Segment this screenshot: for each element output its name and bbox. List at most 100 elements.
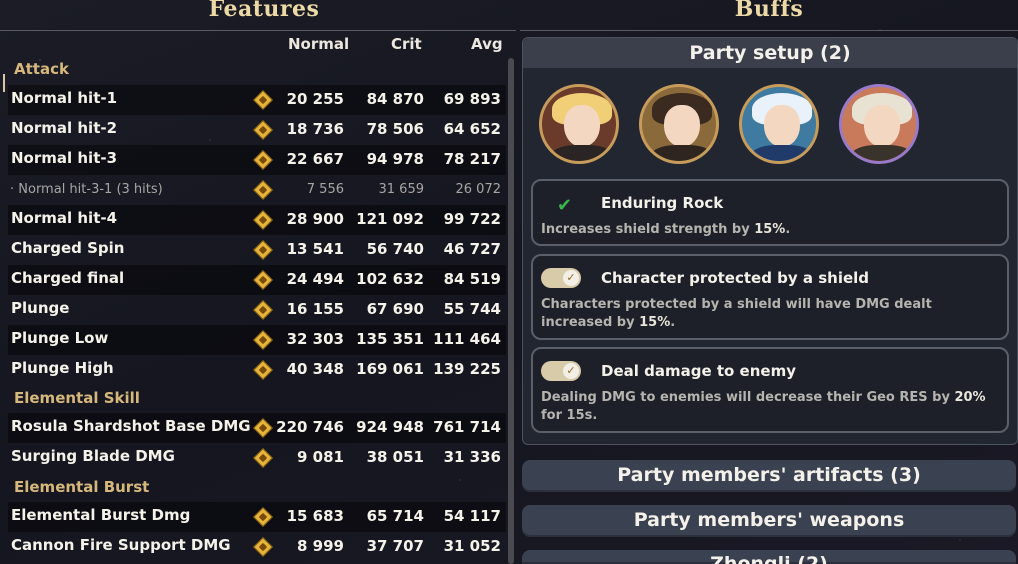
geo-element-icon	[253, 300, 273, 320]
geo-element-icon	[253, 360, 273, 380]
normal-value: 40 348	[286, 360, 344, 378]
avg-value: 31 052	[443, 537, 501, 555]
party-setup-panel: Party setup (2) ✔ Enduring Rock Increase…	[522, 37, 1018, 445]
col-crit-header: Crit	[391, 35, 422, 53]
buff-desc-value: 20%	[954, 390, 986, 405]
table-row[interactable]: Cannon Fire Support DMG 8 999 37 707 31 …	[8, 532, 506, 562]
table-row[interactable]: Normal hit-2 18 736 78 506 64 652	[8, 115, 506, 145]
geo-element-icon	[253, 330, 273, 350]
table-row[interactable]: Rosula Shardshot Base DMG 220 746 924 94…	[8, 413, 506, 443]
crit-value: 78 506	[366, 120, 424, 138]
geo-element-icon	[253, 120, 273, 140]
normal-value: 220 746	[276, 418, 344, 436]
table-row[interactable]: Charged Spin 13 541 56 740 46 727	[8, 235, 506, 265]
geo-element-icon	[253, 537, 273, 557]
geo-element-icon	[253, 418, 273, 438]
geo-element-icon	[253, 448, 273, 468]
avg-value: 69 893	[443, 90, 501, 108]
row-name: Plunge	[11, 299, 70, 317]
normal-value: 16 155	[286, 300, 344, 318]
buff-card-deal-damage[interactable]: ✓ Deal damage to enemy Dealing DMG to en…	[531, 347, 1009, 433]
buffs-title: Buffs	[734, 0, 804, 22]
buff-desc-text: for 15s.	[541, 408, 598, 423]
geo-element-icon	[253, 90, 273, 110]
avg-value: 111 464	[433, 330, 501, 348]
row-name: Normal hit-4	[11, 209, 118, 227]
damage-buff-toggle[interactable]: ✓	[541, 361, 581, 381]
buff-card-enduring-rock[interactable]: ✔ Enduring Rock Increases shield strengt…	[531, 179, 1009, 246]
avg-value: 26 072	[455, 182, 502, 197]
avg-value: 64 652	[443, 120, 501, 138]
buff-title: Deal damage to enemy	[601, 362, 796, 380]
buff-title: Character protected by a shield	[601, 269, 870, 287]
furina-avatar[interactable]	[739, 84, 819, 164]
avg-value: 139 225	[433, 360, 501, 378]
row-name: Charged final	[11, 269, 125, 287]
table-row[interactable]: Normal hit-4 28 900 121 092 99 722	[8, 205, 506, 235]
row-name: Cannon Fire Support DMG	[11, 536, 231, 554]
zhongli-avatar[interactable]	[639, 84, 719, 164]
buff-card-shield-protected[interactable]: ✓ Character protected by a shield Charac…	[531, 254, 1009, 340]
navia-avatar[interactable]	[539, 84, 619, 164]
table-row[interactable]: Charged final 24 494 102 632 84 519	[8, 265, 506, 295]
table-row[interactable]: Plunge Low 32 303 135 351 111 464	[8, 325, 506, 355]
crit-value: 94 978	[366, 150, 424, 168]
buffs-divider	[520, 30, 1018, 31]
geo-element-icon	[253, 180, 273, 200]
category-elemental-skill: Elemental Skill	[14, 389, 140, 407]
crit-value: 102 632	[356, 270, 424, 288]
avatar-outfit	[750, 145, 814, 161]
geo-element-icon	[253, 270, 273, 290]
table-row[interactable]: Plunge High 40 348 169 061 139 225	[8, 355, 506, 385]
features-scrollbar[interactable]	[508, 58, 514, 564]
avg-value: 761 714	[433, 418, 501, 436]
row-name: · Normal hit-3-1 (3 hits)	[10, 182, 163, 197]
col-avg-header: Avg	[471, 35, 503, 53]
toggle-check-icon: ✓	[563, 270, 579, 286]
table-row[interactable]: Normal hit-3 22 667 94 978 78 217	[8, 145, 506, 175]
zhongli-section[interactable]: Zhongli (2)	[522, 550, 1016, 564]
table-row[interactable]: Surging Blade DMG 9 081 38 051 31 336	[8, 443, 506, 473]
normal-value: 32 303	[286, 330, 344, 348]
crit-value: 38 051	[366, 448, 424, 466]
table-row[interactable]: Plunge 16 155 67 690 55 744	[8, 295, 506, 325]
party-setup-header[interactable]: Party setup (2)	[523, 38, 1017, 68]
table-row[interactable]: · Normal hit-3-1 (3 hits) 7 556 31 659 2…	[8, 175, 506, 205]
crit-value: 67 690	[366, 300, 424, 318]
buff-description: Increases shield strength by 15%.	[541, 221, 999, 239]
row-name: Normal hit-1	[11, 89, 118, 107]
party-weapons-section[interactable]: Party members' weapons	[522, 505, 1016, 537]
bennett-avatar[interactable]	[839, 84, 919, 164]
party-artifacts-section[interactable]: Party members' artifacts (3)	[522, 460, 1016, 492]
avatar-outfit	[850, 145, 914, 161]
avg-value: 46 727	[443, 240, 501, 258]
row-name: Elemental Burst Dmg	[11, 506, 191, 524]
normal-value: 24 494	[286, 270, 344, 288]
normal-value: 9 081	[297, 448, 344, 466]
buff-description: Dealing DMG to enemies will decrease the…	[541, 389, 999, 425]
crit-value: 56 740	[366, 240, 424, 258]
table-row[interactable]: Normal hit-1 20 255 84 870 69 893	[8, 85, 506, 115]
shield-buff-toggle[interactable]: ✓	[541, 268, 581, 288]
table-row[interactable]: Elemental Burst Dmg 15 683 65 714 54 117	[8, 502, 506, 532]
buff-desc-text: .	[785, 222, 791, 237]
toggle-check-icon: ✓	[563, 363, 579, 379]
avatar-face	[564, 105, 600, 147]
buff-description: Characters protected by a shield will ha…	[541, 296, 999, 332]
crit-value: 135 351	[356, 330, 424, 348]
normal-value: 20 255	[286, 90, 344, 108]
buff-desc-value: 15%	[754, 222, 786, 237]
avatar-face	[864, 105, 900, 147]
buff-title: Enduring Rock	[601, 194, 724, 212]
row-name: Normal hit-3	[11, 149, 118, 167]
crit-value: 65 714	[366, 507, 424, 525]
crit-value: 31 659	[378, 182, 425, 197]
avatar-face	[764, 105, 800, 147]
category-elemental-burst: Elemental Burst	[14, 478, 150, 496]
normal-value: 7 556	[306, 182, 344, 197]
col-normal-header: Normal	[288, 35, 350, 53]
avatar-outfit	[650, 145, 714, 161]
crit-value: 169 061	[356, 360, 424, 378]
buff-desc-text: Characters protected by a shield will ha…	[541, 297, 932, 330]
avatar-face	[664, 105, 700, 147]
